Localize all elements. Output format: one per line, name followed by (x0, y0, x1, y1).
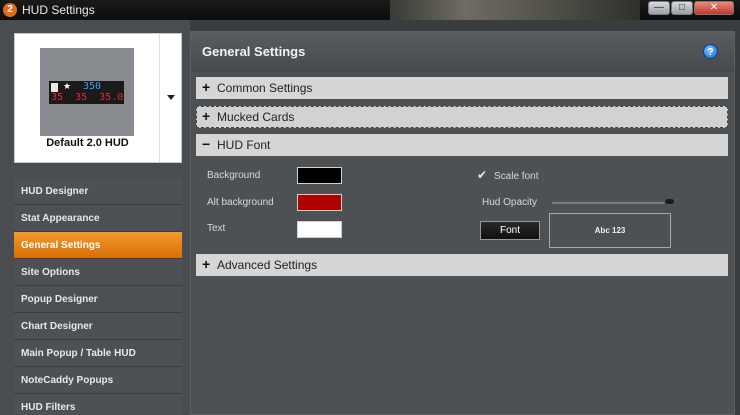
section-advanced-settings[interactable]: + Advanced Settings (196, 254, 728, 276)
scale-font-checkbox[interactable]: ✔ (477, 168, 487, 182)
expand-icon: + (202, 79, 211, 95)
hud-preview-dropdown[interactable] (159, 34, 181, 162)
background-label: Background (207, 170, 261, 181)
sidebar-item-main-popup-table-hud[interactable]: Main Popup / Table HUD (14, 340, 182, 367)
help-icon[interactable]: ? (703, 44, 718, 59)
hud-preview-label: Default 2.0 HUD (46, 137, 129, 149)
section-label: Mucked Cards (217, 110, 295, 124)
sidebar-nav: HUD Designer Stat Appearance General Set… (14, 178, 182, 415)
section-label: HUD Font (217, 138, 271, 152)
alt-background-label: Alt background (207, 197, 274, 208)
hud-preview-card[interactable]: ★ 350 35 35 35.0 Default 2.0 HUD (14, 33, 182, 163)
background-color-swatch[interactable] (297, 167, 342, 184)
expand-icon: + (202, 108, 211, 124)
scale-font-label: Scale font (494, 171, 539, 182)
close-button[interactable]: ✕ (694, 1, 734, 15)
hud-top-value: 350 (83, 81, 102, 92)
text-color-label: Text (207, 223, 226, 234)
sidebar-item-site-options[interactable]: Site Options (14, 259, 182, 286)
page-title: General Settings (202, 44, 306, 59)
collapse-icon: − (202, 136, 211, 152)
hud-opacity-slider-thumb[interactable] (664, 198, 675, 205)
hud-bottom-values: 35 35 35.0 (51, 92, 124, 103)
window-controls: — □ ✕ (648, 1, 734, 15)
sidebar-item-hud-designer[interactable]: HUD Designer (14, 178, 182, 205)
sidebar-item-hud-filters[interactable]: HUD Filters (14, 394, 182, 415)
maximize-button[interactable]: □ (671, 1, 693, 15)
window-title: HUD Settings (22, 3, 95, 17)
sidebar-item-chart-designer[interactable]: Chart Designer (14, 313, 182, 340)
section-common-settings[interactable]: + Common Settings (196, 77, 728, 99)
alt-background-color-swatch[interactable] (297, 194, 342, 211)
section-mucked-cards[interactable]: + Mucked Cards (196, 106, 728, 128)
chevron-down-icon (167, 95, 175, 100)
sidebar-item-stat-appearance[interactable]: Stat Appearance (14, 205, 182, 232)
sidebar-item-notecaddy-popups[interactable]: NoteCaddy Popups (14, 367, 182, 394)
minimize-button[interactable]: — (648, 1, 670, 15)
hud-opacity-label: Hud Opacity (482, 197, 538, 208)
sidebar-item-general-settings[interactable]: General Settings (14, 232, 182, 259)
text-color-swatch[interactable] (297, 221, 342, 238)
section-hud-font[interactable]: − HUD Font (196, 134, 728, 156)
hud-mini-preview: ★ 350 35 35 35.0 (49, 81, 124, 104)
font-button[interactable]: Font (480, 221, 540, 240)
hud-opacity-slider[interactable] (552, 202, 672, 204)
section-label: Advanced Settings (217, 258, 318, 272)
sidebar-item-popup-designer[interactable]: Popup Designer (14, 286, 182, 313)
hud-star-icon: ★ (63, 81, 72, 91)
hud-preview-image: ★ 350 35 35 35.0 (40, 48, 134, 136)
section-label: Common Settings (217, 81, 313, 95)
panel-header: General Settings ? (191, 32, 734, 72)
settings-panel: General Settings ? + Common Settings + M… (190, 31, 735, 415)
title-bar: 2 HUD Settings — □ ✕ (0, 0, 740, 20)
font-sample-preview: Abc 123 (549, 213, 671, 248)
app-logo-icon: 2 (3, 3, 17, 17)
hud-flag-icon (51, 83, 58, 92)
background-window-strip (390, 0, 640, 20)
expand-icon: + (202, 256, 211, 272)
